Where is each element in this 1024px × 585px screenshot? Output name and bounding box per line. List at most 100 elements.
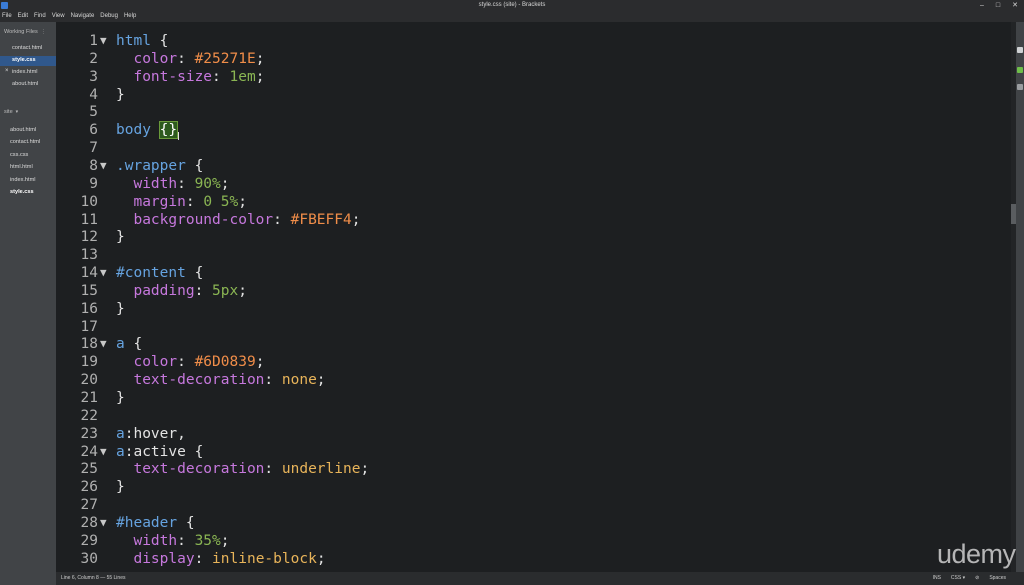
code-token: 1em: [229, 68, 256, 85]
code-token: background-color: [116, 211, 274, 228]
menu-file[interactable]: File: [2, 11, 12, 22]
code-line[interactable]: 14 ▼ #content {: [56, 264, 1011, 282]
code-line[interactable]: 2 color: #25271E;: [56, 50, 1011, 68]
code-line[interactable]: 17: [56, 318, 1011, 336]
working-file-about[interactable]: about.html: [12, 81, 38, 87]
code-token: ;: [360, 461, 370, 478]
code-line[interactable]: 9 width: 90%;: [56, 175, 1011, 193]
working-file-style[interactable]: style.css: [12, 57, 36, 63]
chevron-down-icon[interactable]: ▾: [14, 109, 19, 115]
line-number: 17: [80, 318, 98, 335]
insert-mode-indicator[interactable]: INS: [933, 572, 941, 585]
gear-icon[interactable]: ⋮: [39, 29, 46, 35]
working-file-contact[interactable]: contact.html: [12, 45, 42, 51]
language-selector[interactable]: CSS ▾: [951, 572, 965, 585]
menu-debug[interactable]: Debug: [100, 11, 118, 22]
project-header[interactable]: site ▾: [4, 109, 18, 115]
code-line[interactable]: 13: [56, 246, 1011, 264]
line-number: 18: [80, 336, 98, 353]
code-line[interactable]: 1 ▼ html {: [56, 32, 1011, 50]
project-file-about[interactable]: about.html: [10, 127, 36, 133]
code-token: :: [273, 211, 291, 228]
code-text: background-color: #FBEFF4;: [116, 211, 360, 229]
code-editor[interactable]: 1 ▼ html {2 color: #25271E; 3 font-size: 1e…: [56, 22, 1011, 572]
line-number: 27: [80, 497, 98, 514]
code-line[interactable]: 5: [56, 103, 1011, 121]
code-line[interactable]: 4}: [56, 86, 1011, 104]
settings-icon[interactable]: [1017, 84, 1023, 90]
code-token: text-decoration: [116, 372, 265, 389]
code-line[interactable]: 6 body {}: [56, 121, 1011, 140]
project-file-style[interactable]: style.css: [10, 189, 34, 195]
code-line[interactable]: 10 margin: 0 5%;: [56, 193, 1011, 211]
code-line[interactable]: 15 padding: 5px;: [56, 282, 1011, 300]
code-line[interactable]: 29 width: 35%;: [56, 532, 1011, 550]
code-line[interactable]: 11 background-color: #FBEFF4;: [56, 211, 1011, 229]
line-number: 12: [80, 229, 98, 246]
fold-arrow-icon[interactable]: ▼: [100, 32, 112, 50]
line-number: 20: [80, 372, 98, 389]
code-token: margin: [116, 193, 186, 210]
code-line[interactable]: 19 color: #6D0839;: [56, 353, 1011, 371]
project-file-index[interactable]: index.html: [10, 177, 36, 183]
code-text: text-decoration: underline;: [116, 460, 369, 478]
fold-arrow-icon[interactable]: ▼: [100, 157, 112, 175]
lint-icon[interactable]: ⊘: [975, 572, 979, 585]
project-file-contact[interactable]: contact.html: [10, 139, 40, 145]
code-text: a:hover,: [116, 425, 186, 443]
code-line[interactable]: 12}: [56, 228, 1011, 246]
code-text: }: [116, 86, 125, 104]
line-number: 9: [89, 175, 98, 192]
menu-view[interactable]: View: [52, 11, 65, 22]
code-line[interactable]: 20 text-decoration: none;: [56, 371, 1011, 389]
close-button[interactable]: ✕: [1012, 0, 1018, 11]
menu-help[interactable]: Help: [124, 11, 136, 22]
menu-bar: File Edit Find View Navigate Debug Help: [0, 11, 1024, 22]
working-file-index[interactable]: index.html: [12, 69, 38, 75]
code-line[interactable]: 22: [56, 407, 1011, 425]
code-line[interactable]: 27: [56, 496, 1011, 514]
fold-arrow-icon[interactable]: ▼: [100, 443, 112, 461]
code-token: a: [116, 425, 125, 442]
code-token: :: [264, 372, 282, 389]
code-line[interactable]: 23 a:hover,: [56, 425, 1011, 443]
code-text: }: [116, 228, 125, 246]
menu-navigate[interactable]: Navigate: [71, 11, 95, 22]
project-file-css[interactable]: css.css: [10, 152, 28, 158]
menu-edit[interactable]: Edit: [18, 11, 28, 22]
fold-arrow-icon[interactable]: ▼: [100, 264, 112, 282]
menu-find[interactable]: Find: [34, 11, 46, 22]
code-text: display: inline-block;: [116, 550, 325, 568]
line-number: 30: [80, 550, 98, 567]
line-number: 8: [89, 157, 98, 174]
code-token: .wrapper: [116, 157, 186, 174]
code-line[interactable]: 30 display: inline-block;: [56, 550, 1011, 568]
code-line[interactable]: 3 font-size: 1em;: [56, 68, 1011, 86]
code-token: display: [116, 550, 195, 567]
code-line[interactable]: 25 text-decoration: underline;: [56, 460, 1011, 478]
maximize-button[interactable]: □: [996, 0, 1000, 11]
code-line[interactable]: 24 ▼ a:active {: [56, 443, 1011, 461]
line-number: 3: [89, 68, 98, 85]
fold-arrow-icon[interactable]: ▼: [100, 514, 112, 532]
code-text: width: 90%;: [116, 175, 229, 193]
code-line[interactable]: 16}: [56, 300, 1011, 318]
line-number: 1: [89, 33, 98, 49]
extension-manager-icon[interactable]: [1017, 67, 1023, 73]
code-line[interactable]: 28 ▼ #header {: [56, 514, 1011, 532]
code-line[interactable]: 21}: [56, 389, 1011, 407]
live-preview-icon[interactable]: [1017, 47, 1023, 53]
code-token: :: [177, 354, 195, 371]
working-files-header[interactable]: Working Files ⋮: [4, 29, 46, 35]
indent-type[interactable]: Spaces: [989, 572, 1006, 585]
project-file-html[interactable]: html.html: [10, 164, 33, 170]
code-line[interactable]: 8 ▼ .wrapper {: [56, 157, 1011, 175]
code-line[interactable]: 26}: [56, 478, 1011, 496]
code-token: padding: [116, 282, 195, 299]
minimize-button[interactable]: –: [980, 0, 984, 11]
code-token: inline-block: [212, 550, 317, 567]
close-icon[interactable]: ×: [5, 68, 9, 74]
code-line[interactable]: 18 ▼ a {: [56, 335, 1011, 353]
code-line[interactable]: 7: [56, 139, 1011, 157]
fold-arrow-icon[interactable]: ▼: [100, 335, 112, 353]
